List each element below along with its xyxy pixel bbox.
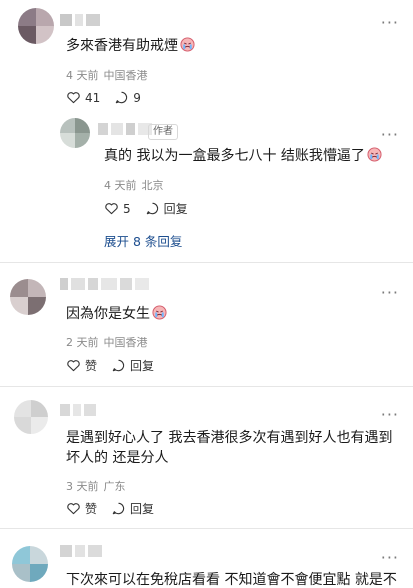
expand-replies-link[interactable]: 展开 8 条回复 — [104, 231, 182, 250]
comment-meta: 3 天前 广东 — [66, 480, 126, 493]
avatar[interactable] — [14, 400, 48, 434]
speech-bubble-icon — [116, 91, 128, 104]
like-button[interactable]: 赞 — [66, 357, 97, 374]
divider — [0, 386, 413, 387]
speech-bubble-icon — [146, 202, 158, 215]
heart-icon — [105, 203, 118, 215]
divider — [0, 528, 413, 529]
heart-icon — [67, 92, 80, 104]
comment-text: 是遇到好心人了 我去香港很多次有遇到好人也有遇到 坏人的 还是分人 — [66, 430, 393, 466]
crying-face-emoji-icon — [367, 147, 382, 162]
comment-text: 因為你是女生 — [66, 304, 167, 324]
comment-meta: 4 天前 北京 — [104, 179, 164, 192]
username-blurred[interactable] — [60, 544, 102, 558]
avatar[interactable] — [18, 8, 54, 44]
crying-face-emoji-icon — [180, 37, 195, 52]
like-button[interactable]: 5 — [104, 201, 131, 216]
like-button[interactable]: 41 — [66, 90, 100, 105]
more-options-icon[interactable]: ··· — [381, 15, 399, 31]
username-blurred[interactable] — [60, 403, 96, 417]
comment-meta: 4 天前 中国香港 — [66, 69, 148, 82]
speech-bubble-icon — [112, 502, 125, 515]
avatar[interactable] — [10, 279, 46, 315]
more-options-icon[interactable]: ··· — [381, 550, 399, 566]
comment-text: 下次來可以在免稅店看看 不知道會不會便宜點 就是不 — [66, 572, 397, 588]
reply-button[interactable]: 9 — [114, 90, 141, 105]
more-options-icon[interactable]: ··· — [381, 127, 399, 143]
comment-text: 真的 我以为一盒最多七八十 结账我懵逼了 — [104, 146, 382, 166]
username-blurred[interactable] — [60, 13, 100, 27]
divider — [0, 262, 413, 263]
username-blurred[interactable] — [60, 277, 149, 291]
avatar[interactable] — [12, 546, 48, 582]
reply-button[interactable]: 回复 — [111, 500, 154, 517]
comment-text: 多來香港有助戒煙 — [66, 36, 195, 56]
heart-icon — [67, 503, 80, 515]
avatar[interactable] — [60, 118, 90, 148]
more-options-icon[interactable]: ··· — [381, 407, 399, 423]
author-badge: 作者 — [148, 124, 178, 140]
like-button[interactable]: 赞 — [66, 500, 97, 517]
heart-icon — [67, 360, 80, 372]
comment-meta: 2 天前 中国香港 — [66, 336, 148, 349]
reply-button[interactable]: 回复 — [111, 357, 154, 374]
username-blurred[interactable] — [98, 122, 152, 136]
reply-button[interactable]: 回复 — [145, 200, 188, 217]
more-options-icon[interactable]: ··· — [381, 285, 399, 301]
crying-face-emoji-icon — [152, 305, 167, 320]
speech-bubble-icon — [112, 359, 125, 372]
